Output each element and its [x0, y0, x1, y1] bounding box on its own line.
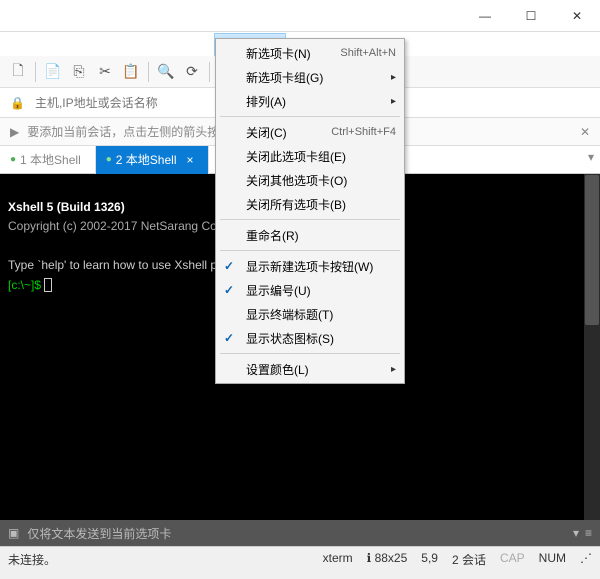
minimize-button[interactable]: —	[462, 0, 508, 32]
menuitem-label: 关闭(C)	[246, 124, 331, 141]
tab-overflow-icon[interactable]: ▾	[588, 150, 594, 164]
menuitem-label: 设置颜色(L)	[246, 361, 391, 378]
maximize-button[interactable]: ☐	[508, 0, 554, 32]
copy-icon[interactable]: ⎘	[67, 60, 91, 84]
status-session-count: 2 会话	[452, 551, 486, 568]
submenu-arrow-icon: ▸	[391, 96, 396, 107]
menuitem-close[interactable]: 关闭(C) Ctrl+Shift+F4	[218, 120, 402, 144]
menuitem-show-status-icon[interactable]: ✓ 显示状态图标(S)	[218, 326, 402, 350]
info-close-icon[interactable]: ✕	[580, 125, 590, 139]
menuitem-accelerator: Ctrl+Shift+F4	[331, 126, 396, 138]
menuitem-new-tab-group[interactable]: 新选项卡组(G) ▸	[218, 65, 402, 89]
status-cursor-pos: 5,9	[421, 551, 438, 568]
submenu-arrow-icon: ▸	[391, 72, 396, 83]
menuitem-label: 显示编号(U)	[246, 282, 396, 299]
menuitem-new-tab[interactable]: 新选项卡(N) Shift+Alt+N	[218, 41, 402, 65]
submenu-arrow-icon: ▸	[391, 364, 396, 375]
menuitem-rename[interactable]: 重命名(R)	[218, 223, 402, 247]
tab-label: 1 本地Shell	[20, 151, 81, 168]
send-mode-icon[interactable]: ▣	[8, 526, 19, 540]
open-icon[interactable]: 📄	[41, 60, 65, 84]
tabs-dropdown-menu: 新选项卡(N) Shift+Alt+N 新选项卡组(G) ▸ 排列(A) ▸ 关…	[215, 38, 405, 384]
vertical-scrollbar[interactable]	[584, 174, 600, 520]
menuitem-label: 新选项卡组(G)	[246, 69, 391, 86]
new-session-icon[interactable]: 🗋	[6, 60, 30, 84]
menuitem-label: 重命名(R)	[246, 227, 396, 244]
send-menu-icon[interactable]: ≡	[585, 526, 592, 540]
resize-grip-icon[interactable]: ⋰	[580, 551, 592, 568]
status-num: NUM	[539, 551, 566, 568]
tab-label: 2 本地Shell	[116, 151, 177, 168]
menu-separator	[220, 250, 400, 251]
status-dot-icon: ●	[106, 154, 112, 165]
check-icon: ✓	[224, 259, 234, 273]
menuitem-label: 显示终端标题(T)	[246, 306, 396, 323]
terminal-title: Xshell 5 (Build 1326)	[8, 200, 125, 214]
menuitem-close-others[interactable]: 关闭其他选项卡(O)	[218, 168, 402, 192]
send-bar: ▣ 仅将文本发送到当前选项卡 ▾ ≡	[0, 520, 600, 546]
menuitem-label: 新选项卡(N)	[246, 45, 340, 62]
session-tab-1[interactable]: ● 1 本地Shell	[0, 146, 96, 174]
menuitem-label: 关闭此选项卡组(E)	[246, 148, 396, 165]
arrow-icon[interactable]: ▶	[10, 125, 19, 139]
menuitem-label: 显示状态图标(S)	[246, 330, 396, 347]
menuitem-show-number[interactable]: ✓ 显示编号(U)	[218, 278, 402, 302]
menu-separator	[220, 116, 400, 117]
cut-icon[interactable]: ✂	[93, 60, 117, 84]
status-connection: 未连接。	[8, 551, 56, 568]
lock-icon: 🔒	[10, 96, 25, 110]
separator	[209, 62, 210, 82]
menuitem-label: 关闭其他选项卡(O)	[246, 172, 396, 189]
find-icon[interactable]: 🔍	[154, 60, 178, 84]
menuitem-close-group[interactable]: 关闭此选项卡组(E)	[218, 144, 402, 168]
cursor-icon	[44, 278, 52, 292]
status-dot-icon: ●	[10, 154, 16, 165]
menuitem-set-color[interactable]: 设置颜色(L) ▸	[218, 357, 402, 381]
menuitem-arrange[interactable]: 排列(A) ▸	[218, 89, 402, 113]
status-termtype: xterm	[323, 551, 353, 568]
info-text: 要添加当前会话，点击左侧的箭头按钮。	[27, 123, 243, 140]
separator	[35, 62, 36, 82]
window-titlebar: — ☐ ✕	[0, 0, 600, 32]
menuitem-show-newtab-button[interactable]: ✓ 显示新建选项卡按钮(W)	[218, 254, 402, 278]
menuitem-close-all[interactable]: 关闭所有选项卡(B)	[218, 192, 402, 216]
send-mode-text: 仅将文本发送到当前选项卡	[27, 525, 171, 542]
menuitem-show-terminal-title[interactable]: 显示终端标题(T)	[218, 302, 402, 326]
close-button[interactable]: ✕	[554, 0, 600, 32]
menu-separator	[220, 219, 400, 220]
reconnect-icon[interactable]: ⟳	[180, 60, 204, 84]
status-size: ℹ 88x25	[367, 551, 408, 568]
separator	[148, 62, 149, 82]
terminal-prompt: [c:\~]$	[8, 278, 44, 292]
menuitem-label: 排列(A)	[246, 93, 391, 110]
scrollbar-thumb[interactable]	[585, 175, 599, 325]
status-cap: CAP	[500, 551, 525, 568]
tab-close-icon[interactable]: ×	[187, 153, 194, 167]
menu-separator	[220, 353, 400, 354]
status-bar: 未连接。 xterm ℹ 88x25 5,9 2 会话 CAP NUM ⋰	[0, 546, 600, 572]
menuitem-label: 关闭所有选项卡(B)	[246, 196, 396, 213]
check-icon: ✓	[224, 283, 234, 297]
paste-icon[interactable]: 📋	[119, 60, 143, 84]
check-icon: ✓	[224, 331, 234, 345]
session-tab-2[interactable]: ● 2 本地Shell ×	[96, 146, 209, 174]
send-dropdown-icon[interactable]: ▾	[573, 526, 579, 540]
menuitem-accelerator: Shift+Alt+N	[340, 47, 396, 59]
menuitem-label: 显示新建选项卡按钮(W)	[246, 258, 396, 275]
